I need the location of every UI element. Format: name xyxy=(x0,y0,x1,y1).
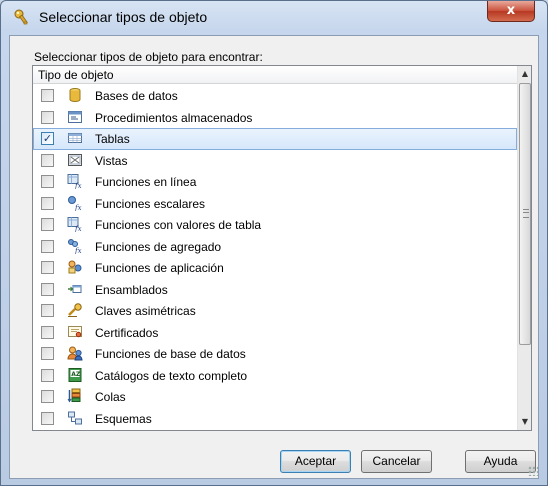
list-item-label: Ensamblados xyxy=(95,282,168,297)
scalar-function-icon: fx xyxy=(67,195,83,212)
schema-icon xyxy=(67,410,83,426)
aggregate-function-icon: fx xyxy=(67,238,83,255)
list-item-label: Tablas xyxy=(95,132,130,146)
checkbox[interactable] xyxy=(41,261,54,274)
database-role-icon xyxy=(67,345,83,361)
svg-text:fx: fx xyxy=(74,225,82,232)
dialog-window: Seleccionar tipos de objeto x Selecciona… xyxy=(0,0,548,486)
key-icon xyxy=(13,9,31,27)
list-item[interactable]: Vistas xyxy=(33,150,517,172)
checkbox[interactable] xyxy=(41,325,54,339)
list-item[interactable]: fx Funciones de agregado xyxy=(33,236,517,258)
accept-button[interactable]: Aceptar xyxy=(280,450,351,473)
checkbox[interactable]: ✓ xyxy=(41,132,54,145)
svg-text:fx: fx xyxy=(74,204,82,211)
assembly-icon xyxy=(67,281,83,297)
checkbox[interactable] xyxy=(41,411,54,425)
scroll-up-arrow-icon[interactable]: ▲ xyxy=(518,66,531,82)
help-button[interactable]: Ayuda xyxy=(465,450,536,473)
inline-function-icon: fx xyxy=(67,173,83,190)
list-item-label: Catálogos de texto completo xyxy=(95,368,248,383)
asymmetric-key-icon xyxy=(67,302,83,318)
vertical-scrollbar[interactable]: ▲ ▼ xyxy=(517,66,531,430)
table-icon xyxy=(67,130,83,146)
svg-text:fx: fx xyxy=(74,247,82,254)
list-rows: Bases de datos Procedimientos almacenados… xyxy=(33,85,517,429)
certificate-icon xyxy=(67,324,83,340)
checkbox[interactable] xyxy=(41,390,54,403)
list-item-label: Funciones de agregado xyxy=(95,239,222,254)
close-button[interactable]: x xyxy=(487,1,535,22)
list-item[interactable]: Colas xyxy=(33,386,517,408)
list-item[interactable]: Claves asimétricas xyxy=(33,300,517,322)
list-item[interactable]: AZ Catálogos de texto completo xyxy=(33,365,517,387)
scroll-thumb[interactable] xyxy=(519,83,531,345)
list-item-label: Funciones en línea xyxy=(95,175,197,189)
column-header-object-type[interactable]: Tipo de objeto xyxy=(33,66,517,84)
checkbox[interactable] xyxy=(41,153,54,167)
svg-text:fx: fx xyxy=(74,182,82,189)
checkbox[interactable] xyxy=(41,239,54,253)
list-item[interactable]: fx Funciones escalares xyxy=(33,193,517,215)
list-item[interactable]: ✓ Tablas xyxy=(33,128,517,150)
list-item-label: Colas xyxy=(95,390,126,404)
dialog-client: Seleccionar tipos de objeto para encontr… xyxy=(9,35,539,479)
fulltext-catalog-icon: AZ xyxy=(67,367,83,383)
list-item[interactable]: Procedimientos almacenados xyxy=(33,107,517,129)
list-item-label: Funciones con valores de tabla xyxy=(95,218,262,232)
list-item-label: Funciones escalares xyxy=(95,196,206,211)
list-item-label: Vistas xyxy=(95,153,128,168)
checkbox[interactable] xyxy=(41,110,54,124)
list-item-label: Procedimientos almacenados xyxy=(95,110,253,125)
title-bar[interactable]: Seleccionar tipos de objeto x xyxy=(1,1,547,35)
stored-procedure-icon xyxy=(67,109,83,125)
list-item[interactable]: Ensamblados xyxy=(33,279,517,301)
list-item[interactable]: fx Funciones con valores de tabla xyxy=(33,214,517,236)
resize-grip-icon[interactable] xyxy=(528,466,538,476)
list-item-label: Claves asimétricas xyxy=(95,304,196,318)
checkbox[interactable] xyxy=(41,368,54,382)
list-item-label: Bases de datos xyxy=(95,89,178,103)
scroll-down-arrow-icon[interactable]: ▼ xyxy=(518,414,531,430)
queue-icon xyxy=(67,388,83,404)
list-item[interactable]: Funciones de base de datos xyxy=(33,343,517,365)
prompt-label: Seleccionar tipos de objeto para encontr… xyxy=(34,50,263,64)
application-function-icon xyxy=(67,259,83,275)
checkbox[interactable] xyxy=(41,347,54,360)
grip-icon xyxy=(523,209,529,218)
table-valued-function-icon: fx xyxy=(67,216,83,233)
list-item-label: Esquemas xyxy=(95,411,152,426)
list-item[interactable]: Esquemas xyxy=(33,408,517,430)
list-item-label: Funciones de aplicación xyxy=(95,261,224,275)
list-item-label: Funciones de base de datos xyxy=(95,347,246,361)
checkbox[interactable] xyxy=(41,89,54,102)
cancel-button[interactable]: Cancelar xyxy=(361,450,432,473)
checkbox[interactable] xyxy=(41,218,54,231)
checkbox[interactable] xyxy=(41,175,54,188)
window-title: Seleccionar tipos de objeto xyxy=(39,9,208,25)
list-item[interactable]: Certificados xyxy=(33,322,517,344)
list-item-label: Certificados xyxy=(95,325,159,340)
list-item[interactable]: Bases de datos xyxy=(33,85,517,107)
database-icon xyxy=(67,87,83,103)
checkbox[interactable] xyxy=(41,196,54,210)
svg-text:AZ: AZ xyxy=(71,371,81,378)
list-item[interactable]: Funciones de aplicación xyxy=(33,257,517,279)
checkbox[interactable] xyxy=(41,304,54,317)
list-item[interactable]: fx Funciones en línea xyxy=(33,171,517,193)
view-icon xyxy=(67,152,83,168)
object-type-list[interactable]: Tipo de objeto Bases de datos Procedimien… xyxy=(32,65,532,431)
checkbox[interactable] xyxy=(41,282,54,296)
